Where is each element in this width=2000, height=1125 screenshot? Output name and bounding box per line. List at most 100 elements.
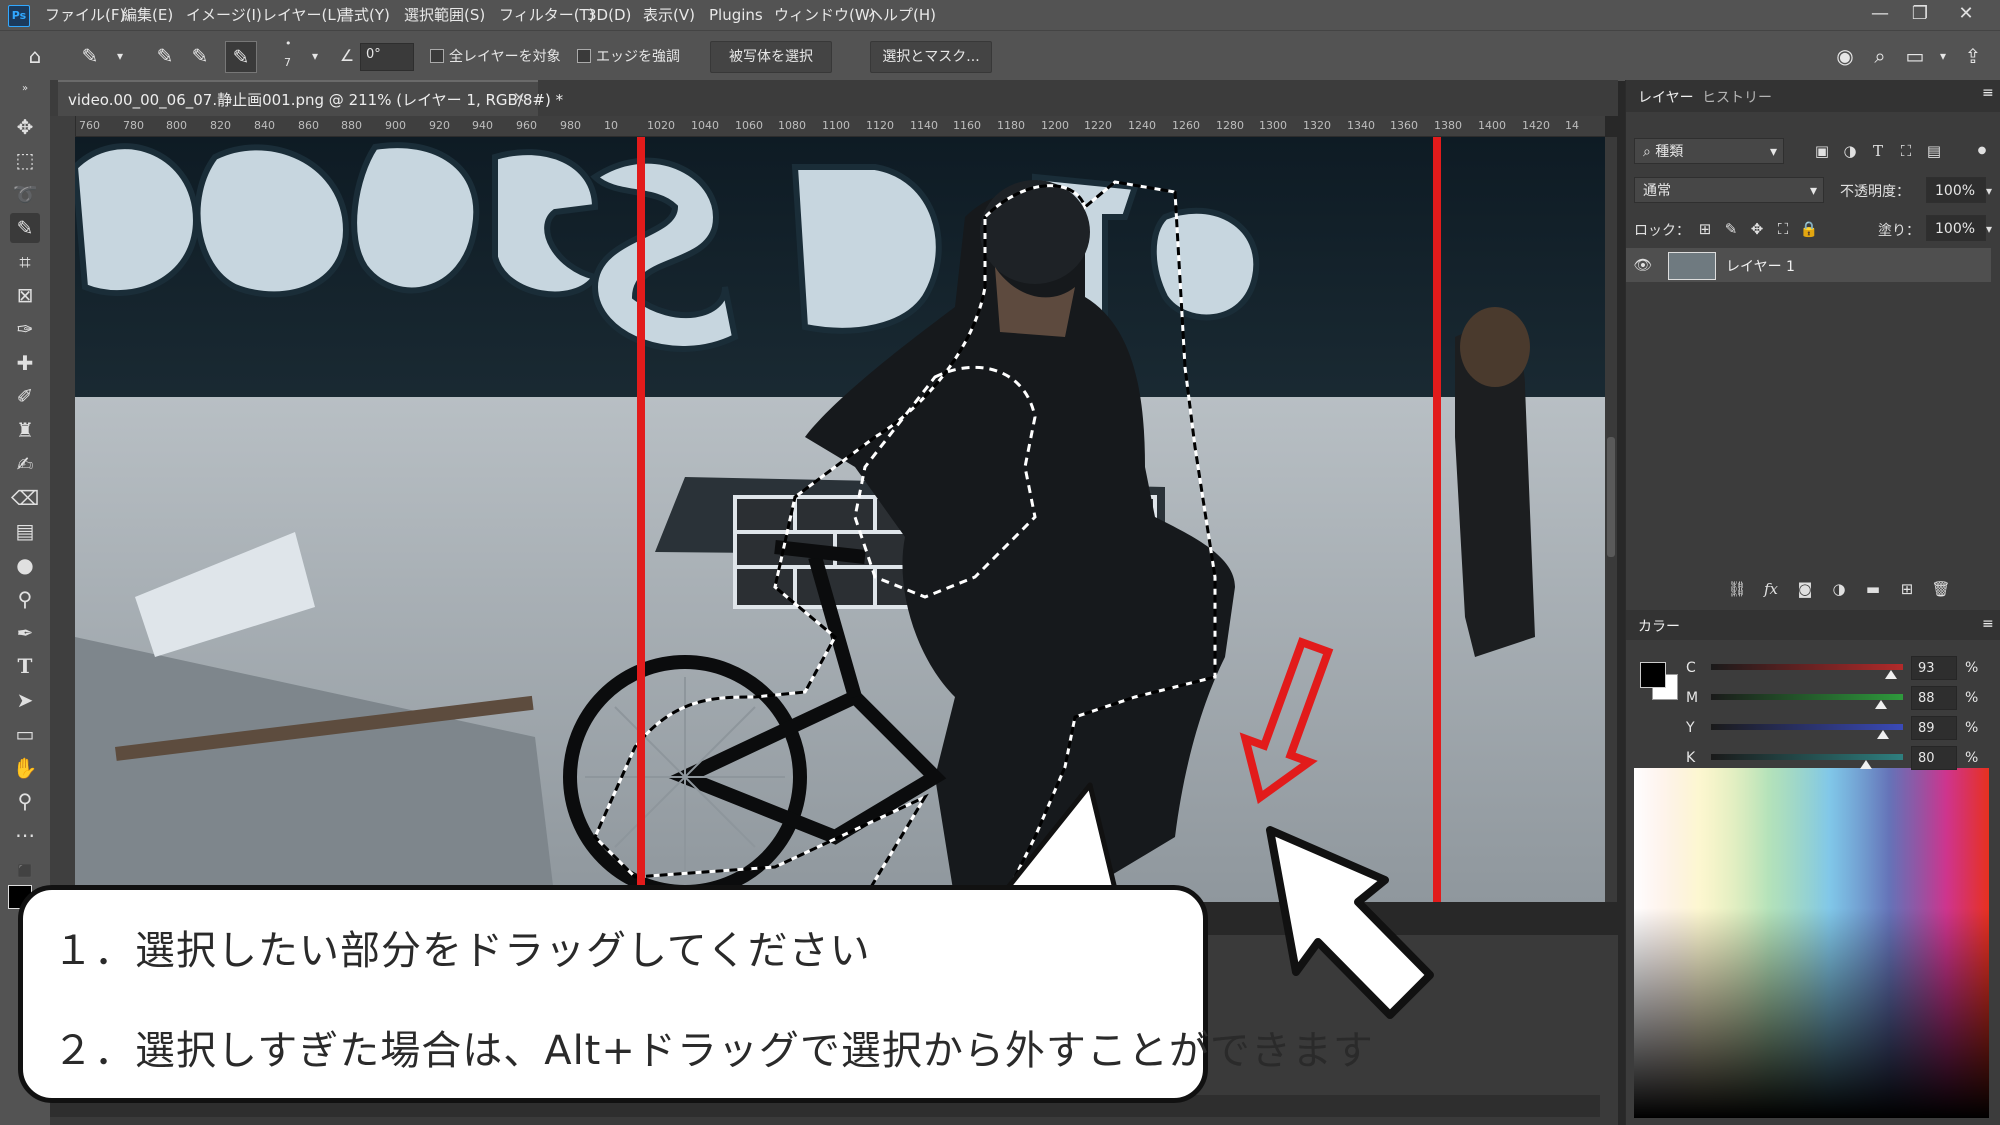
slider-thumb-icon[interactable]	[1884, 670, 1897, 679]
tab-history[interactable]: ヒストリー	[1702, 87, 1772, 107]
slider-thumb-icon[interactable]	[1859, 760, 1872, 769]
gradient-tool-icon[interactable]: ▤	[10, 516, 40, 546]
menu-filter[interactable]: フィルター(T)	[499, 0, 595, 30]
opacity-input[interactable]: 100%	[1926, 177, 1986, 203]
layer-row[interactable]: 👁 レイヤー 1	[1626, 248, 1991, 282]
healing-brush-tool-icon[interactable]: ✚	[10, 348, 40, 378]
menu-layer[interactable]: レイヤー(L)	[262, 0, 342, 30]
close-window-button[interactable]: ✕	[1946, 0, 1986, 30]
zoom-tool-icon[interactable]: ⚲	[10, 786, 40, 816]
lock-transparent-icon[interactable]: ⊞	[1694, 218, 1716, 240]
new-group-icon[interactable]: ▬	[1862, 578, 1884, 600]
select-and-mask-button[interactable]: 選択とマスク...	[870, 41, 992, 73]
brush-size-value[interactable]: 7	[284, 56, 291, 69]
minimize-button[interactable]: —	[1860, 0, 1900, 30]
workspace-chevron-icon[interactable]: ▾	[1928, 41, 1958, 71]
quick-selection-tool-icon[interactable]: ✎	[10, 213, 40, 243]
menu-select[interactable]: 選択範囲(S)	[404, 0, 485, 30]
history-brush-tool-icon[interactable]: ✍	[10, 449, 40, 479]
lock-all-icon[interactable]: 🔒	[1798, 218, 1820, 240]
angle-input[interactable]: 0°	[360, 43, 414, 71]
crop-tool-icon[interactable]: ⌗	[10, 247, 40, 277]
type-tool-icon[interactable]: T	[10, 651, 40, 681]
new-layer-icon[interactable]: ⊞	[1896, 578, 1918, 600]
menu-plugins[interactable]: Plugins	[709, 0, 763, 30]
brush-tool-icon[interactable]: ✐	[10, 381, 40, 411]
hand-tool-icon[interactable]: ✋	[10, 753, 40, 783]
fill-input[interactable]: 100%	[1926, 215, 1986, 241]
lock-image-icon[interactable]: ✎	[1720, 218, 1742, 240]
menu-window[interactable]: ウィンドウ(W)	[774, 0, 876, 30]
layer-filter-dropdown[interactable]: ⌕ 種類 ▾	[1634, 138, 1784, 164]
menu-view[interactable]: 表示(V)	[643, 0, 695, 30]
clone-stamp-tool-icon[interactable]: ♜	[10, 415, 40, 445]
move-tool-icon[interactable]: ✥	[10, 112, 40, 142]
collapse-arrows-icon[interactable]: »	[10, 82, 40, 96]
fx-icon[interactable]: fx	[1760, 578, 1782, 600]
search-icon[interactable]: ⌕	[1865, 41, 1895, 71]
opacity-chevron-icon[interactable]: ▾	[1978, 180, 2000, 202]
eye-visibility-icon[interactable]: 👁	[1632, 254, 1654, 276]
select-subject-button[interactable]: 被写体を選択	[710, 41, 832, 73]
filter-smart-icon[interactable]: ▤	[1923, 140, 1945, 162]
color-spectrum[interactable]	[1634, 768, 1989, 1118]
path-selection-tool-icon[interactable]: ➤	[10, 685, 40, 715]
document-tab[interactable]: video.00_00_06_07.静止画001.png @ 211% (レイヤ…	[58, 80, 563, 118]
channel-value-c[interactable]: 93	[1911, 656, 1957, 680]
menu-3d[interactable]: 3D(D)	[587, 0, 631, 30]
slider-thumb-icon[interactable]	[1874, 700, 1887, 709]
layer-name[interactable]: レイヤー 1	[1726, 256, 1795, 276]
channel-slider-c[interactable]	[1711, 664, 1903, 670]
menu-file[interactable]: ファイル(F)	[45, 0, 125, 30]
panel-menu-icon[interactable]: ≡	[1982, 85, 1994, 101]
filter-type-icon[interactable]: T	[1867, 140, 1889, 162]
blur-tool-icon[interactable]: ●	[10, 550, 40, 580]
frame-tool-icon[interactable]: ⊠	[10, 280, 40, 310]
menu-help[interactable]: ヘルプ(H)	[868, 0, 936, 30]
filter-adjustment-icon[interactable]: ◑	[1839, 140, 1861, 162]
color-panel-menu-icon[interactable]: ≡	[1982, 616, 1994, 632]
add-to-selection-icon[interactable]: ✎	[185, 41, 215, 71]
menu-edit[interactable]: 編集(E)	[122, 0, 173, 30]
add-mask-icon[interactable]: ◙	[1794, 578, 1816, 600]
default-colors-icon[interactable]: ⬛	[10, 856, 40, 886]
dodge-tool-icon[interactable]: ⚲	[10, 584, 40, 614]
filter-shape-icon[interactable]: ⛶	[1895, 140, 1917, 162]
restore-button[interactable]: ❐	[1900, 0, 1940, 30]
menu-type[interactable]: 書式(Y)	[339, 0, 390, 30]
channel-value-y[interactable]: 89	[1911, 716, 1957, 740]
trash-icon[interactable]: 🗑	[1930, 578, 1952, 600]
adjustment-layer-icon[interactable]: ◑	[1828, 578, 1850, 600]
channel-slider-y[interactable]	[1711, 724, 1903, 730]
marquee-tool-icon[interactable]: ⬚	[10, 145, 40, 175]
foreground-color-chip[interactable]	[1640, 662, 1666, 688]
tab-layers[interactable]: レイヤー	[1638, 87, 1694, 107]
close-tab-icon[interactable]: ×	[513, 88, 526, 106]
rectangle-tool-icon[interactable]: ▭	[10, 719, 40, 749]
share-icon[interactable]: ⇪	[1958, 41, 1988, 71]
more-tools-icon[interactable]: ⋯	[10, 820, 40, 850]
eyedropper-tool-icon[interactable]: ✑	[10, 314, 40, 344]
subtract-from-selection-icon[interactable]: ✎	[225, 41, 257, 73]
filter-pixel-icon[interactable]: ▣	[1811, 140, 1833, 162]
home-icon[interactable]: ⌂	[20, 41, 50, 71]
lasso-tool-icon[interactable]: ➰	[10, 179, 40, 209]
quick-selection-preset-icon[interactable]: ✎	[75, 41, 105, 71]
vertical-scrollbar[interactable]	[1605, 137, 1617, 902]
tab-color[interactable]: カラー	[1638, 616, 1680, 636]
brush-chevron-icon[interactable]: ▾	[300, 41, 330, 71]
share-user-icon[interactable]: ◉	[1830, 41, 1860, 71]
lock-position-icon[interactable]: ✥	[1746, 218, 1768, 240]
pen-tool-icon[interactable]: ✒	[10, 618, 40, 648]
image-canvas[interactable]	[75, 137, 1605, 902]
blend-mode-dropdown[interactable]: 通常 ▾	[1634, 177, 1824, 203]
new-selection-icon[interactable]: ✎	[150, 41, 180, 71]
channel-slider-k[interactable]	[1711, 754, 1903, 760]
fill-chevron-icon[interactable]: ▾	[1978, 218, 2000, 240]
eraser-tool-icon[interactable]: ⌫	[10, 483, 40, 513]
channel-value-m[interactable]: 88	[1911, 686, 1957, 710]
link-layers-icon[interactable]: ⛓	[1726, 578, 1748, 600]
filter-toggle-icon[interactable]: ●	[1971, 140, 1993, 162]
lock-artboard-icon[interactable]: ⛶	[1772, 218, 1794, 240]
enhance-edge-checkbox[interactable]	[577, 49, 591, 63]
